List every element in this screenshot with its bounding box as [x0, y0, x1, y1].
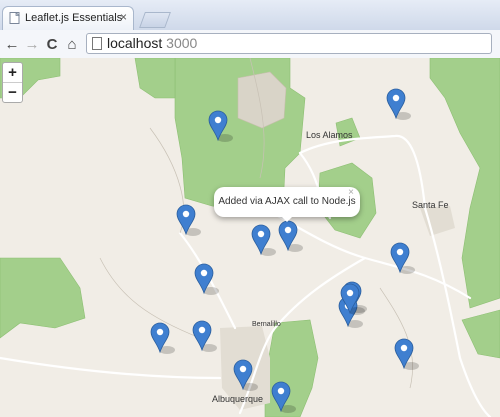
map-marker-icon[interactable] — [390, 242, 415, 274]
reload-icon[interactable]: C — [42, 34, 62, 54]
marker-popup: × Added via AJAX call to Node.js — [214, 187, 360, 222]
map-marker-icon[interactable] — [150, 322, 175, 354]
url-host: localhost — [107, 35, 163, 51]
tab-close-icon[interactable]: × — [120, 10, 127, 24]
new-tab-button[interactable] — [139, 12, 171, 28]
forest-area — [264, 319, 319, 417]
url-port: 3000 — [166, 35, 198, 51]
browser-tab[interactable]: Leaflet.js Essentials × — [2, 6, 134, 30]
forest-area — [0, 257, 86, 339]
forest-area — [461, 309, 500, 359]
map-label-albuquerque: Albuquerque — [212, 394, 264, 404]
forest-area — [134, 58, 176, 99]
forward-arrow-icon[interactable]: → — [22, 34, 42, 54]
popup-text: Added via AJAX call to Node.js — [218, 196, 356, 207]
map-label-bernalillo: Bernalillo — [252, 321, 281, 328]
address-bar[interactable]: localhost 3000 — [86, 33, 492, 54]
road-outline — [99, 257, 201, 339]
url-text: localhost 3000 — [107, 35, 197, 51]
home-icon[interactable]: ⌂ — [62, 34, 82, 54]
map-tiles — [0, 58, 500, 417]
page-favicon-icon — [9, 12, 20, 24]
browser-tabstrip: Leaflet.js Essentials × — [0, 0, 500, 31]
map-marker-icon[interactable] — [386, 88, 411, 120]
map-marker-icon[interactable] — [192, 320, 217, 352]
popup-tip — [280, 215, 294, 222]
forest-area — [237, 71, 287, 129]
road-outline — [379, 287, 414, 389]
page-icon — [92, 37, 102, 50]
road — [0, 356, 222, 380]
zoom-control: + − — [2, 62, 23, 103]
browser-toolbar: ← → C ⌂ localhost 3000 — [0, 30, 500, 59]
back-arrow-icon[interactable]: ← — [2, 34, 22, 54]
zoom-in-button[interactable]: + — [3, 63, 22, 83]
map-marker-icon[interactable] — [394, 338, 419, 370]
zoom-out-button[interactable]: − — [3, 83, 22, 102]
leaflet-map[interactable]: Los Alamos Santa Fe Bernalillo Albuquerq… — [0, 58, 500, 417]
map-marker-icon[interactable] — [194, 263, 219, 295]
map-marker-icon[interactable] — [278, 220, 303, 252]
map-marker-icon[interactable] — [251, 224, 276, 256]
map-label-santa-fe: Santa Fe — [412, 200, 449, 210]
tab-title: Leaflet.js Essentials — [25, 12, 123, 24]
map-label-los-alamos: Los Alamos — [306, 130, 353, 140]
